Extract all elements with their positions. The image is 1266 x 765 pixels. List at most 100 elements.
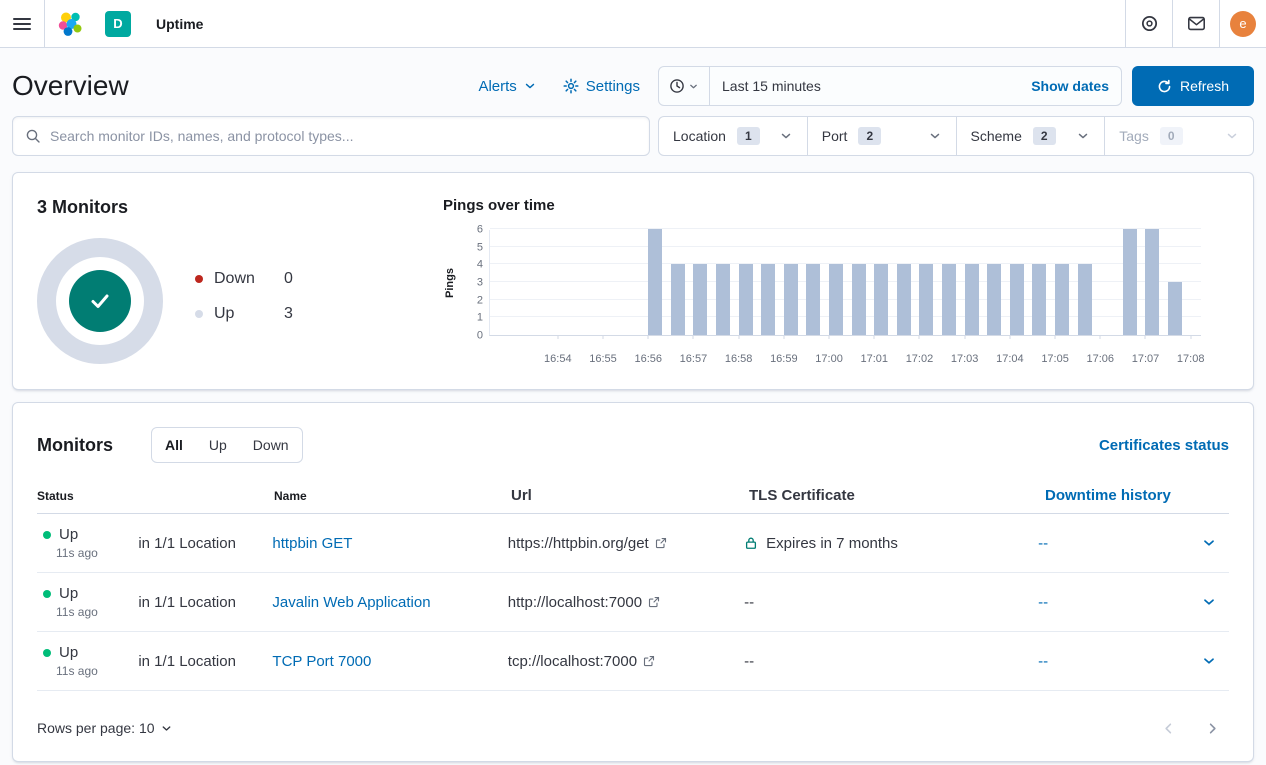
monitor-table-row: Up11s agoin 1/1 LocationTCP Port 7000tcp… [37, 632, 1229, 691]
pings-bar [1032, 264, 1046, 335]
newsfeed-button[interactable] [1172, 0, 1219, 47]
tab-up[interactable]: Up [196, 428, 240, 462]
tls-certificate-cell: -- [744, 594, 1038, 611]
time-range-value[interactable]: Last 15 minutes [710, 78, 1019, 94]
filter-scheme-dropdown[interactable]: Scheme2 [956, 117, 1105, 155]
page-title: Overview [12, 70, 129, 102]
filter-count-badge: 2 [1033, 127, 1056, 145]
monitors-panel: Monitors AllUpDown Certificates status S… [12, 402, 1254, 762]
pings-chart: Pings 0123456 16:5416:5516:5616:5716:581… [443, 230, 1253, 336]
x-tick-label: 17:06 [1087, 353, 1115, 365]
monitor-location: in 1/1 Location [138, 594, 272, 611]
date-picker: Last 15 minutes Show dates [658, 66, 1122, 106]
cloud-button[interactable] [1125, 0, 1172, 47]
chevron-down-icon [160, 722, 173, 735]
monitors-table: StatusNameUrlTLS CertificateDowntime his… [37, 487, 1229, 691]
monitor-name-link[interactable]: TCP Port 7000 [272, 653, 371, 670]
pings-bar [965, 264, 979, 335]
tls-empty: -- [744, 653, 754, 670]
pings-bar [1168, 282, 1182, 335]
tab-down[interactable]: Down [240, 428, 302, 462]
certificates-status-link[interactable]: Certificates status [1099, 437, 1229, 454]
x-tick-label: 16:57 [680, 353, 708, 365]
external-link-icon[interactable] [648, 596, 660, 608]
status-label: Up [59, 644, 78, 661]
show-dates-button[interactable]: Show dates [1019, 78, 1121, 94]
gear-icon [563, 78, 579, 94]
chart-y-ticks: 0123456 [457, 230, 483, 336]
pings-bar [1078, 264, 1092, 335]
cloud-icon [1140, 14, 1159, 33]
search-box [12, 116, 650, 156]
rows-per-page-button[interactable]: Rows per page: 10 [37, 720, 173, 736]
refresh-icon [1157, 79, 1172, 94]
x-tick-label: 17:01 [860, 353, 888, 365]
expand-row-button[interactable] [1197, 649, 1221, 673]
filter-tags-dropdown[interactable]: Tags0 [1104, 117, 1253, 155]
expand-row-button[interactable] [1197, 531, 1221, 555]
filter-location-dropdown[interactable]: Location1 [659, 117, 807, 155]
refresh-button[interactable]: Refresh [1132, 66, 1254, 106]
quick-select-button[interactable] [659, 67, 710, 105]
lock-icon [744, 536, 758, 550]
pings-bar [648, 229, 662, 335]
pings-bar [942, 264, 956, 335]
pings-bar [1055, 264, 1069, 335]
alerts-dropdown[interactable]: Alerts [478, 78, 536, 95]
next-page-button[interactable] [1199, 715, 1225, 741]
tab-all[interactable]: All [152, 428, 196, 462]
legend-dot [195, 275, 203, 283]
filter-count-badge: 1 [737, 127, 760, 145]
pings-bar [1010, 264, 1024, 335]
snapshot-panel: 3 Monitors Down0Up3 Pings over time Ping… [12, 172, 1254, 390]
table-header-row: StatusNameUrlTLS CertificateDowntime his… [37, 487, 1229, 514]
monitor-table-row: Up11s agoin 1/1 Locationhttpbin GEThttps… [37, 514, 1229, 573]
external-link-icon[interactable] [655, 537, 667, 549]
monitor-table-row: Up11s agoin 1/1 LocationJavalin Web Appl… [37, 573, 1229, 632]
x-tick-label: 17:07 [1132, 353, 1160, 365]
space-badge[interactable]: D [105, 11, 131, 37]
user-avatar: e [1230, 11, 1256, 37]
filter-count-badge: 2 [858, 127, 881, 145]
legend-dot [195, 310, 203, 318]
pings-bar [987, 264, 1001, 335]
legend-item-up: Up3 [195, 305, 293, 323]
mail-icon [1187, 14, 1206, 33]
chart-y-axis-label: Pings [443, 230, 457, 336]
pings-bar [829, 264, 843, 335]
tls-empty: -- [744, 594, 754, 611]
x-tick-label: 16:54 [544, 353, 572, 365]
x-tick-label: 17:04 [996, 353, 1024, 365]
chevron-down-icon [928, 129, 942, 143]
elastic-logo-icon [57, 11, 83, 37]
settings-button[interactable]: Settings [563, 78, 640, 95]
y-tick-label: 4 [477, 260, 483, 271]
external-link-icon[interactable] [643, 655, 655, 667]
filter-port-dropdown[interactable]: Port2 [807, 117, 956, 155]
monitor-name-link[interactable]: httpbin GET [272, 535, 352, 552]
pings-bar [1123, 229, 1137, 335]
downtime-history-cell: -- [1038, 653, 1197, 670]
prev-page-button[interactable] [1155, 715, 1181, 741]
elastic-logo[interactable] [45, 11, 95, 37]
status-label: Up [59, 526, 78, 543]
menu-icon [13, 17, 31, 31]
menu-button[interactable] [0, 0, 45, 47]
column-header-url: Url [511, 487, 749, 504]
status-cell: Up11s ago [37, 644, 138, 678]
expand-row-button[interactable] [1197, 590, 1221, 614]
tls-certificate-cell: -- [744, 653, 1038, 670]
user-menu-button[interactable]: e [1219, 0, 1266, 47]
status-up-dot [43, 590, 51, 598]
check-icon [85, 286, 115, 316]
filter-count-badge: 0 [1160, 127, 1183, 145]
all-up-check-badge [69, 270, 131, 332]
pings-bar [671, 264, 685, 335]
y-tick-label: 0 [477, 331, 483, 342]
search-input[interactable] [50, 128, 637, 144]
donut-legend: Down0Up3 [195, 270, 293, 364]
status-filter-tabs: AllUpDown [151, 427, 303, 463]
pings-bar [716, 264, 730, 335]
y-tick-label: 3 [477, 278, 483, 289]
monitor-name-link[interactable]: Javalin Web Application [272, 594, 430, 611]
